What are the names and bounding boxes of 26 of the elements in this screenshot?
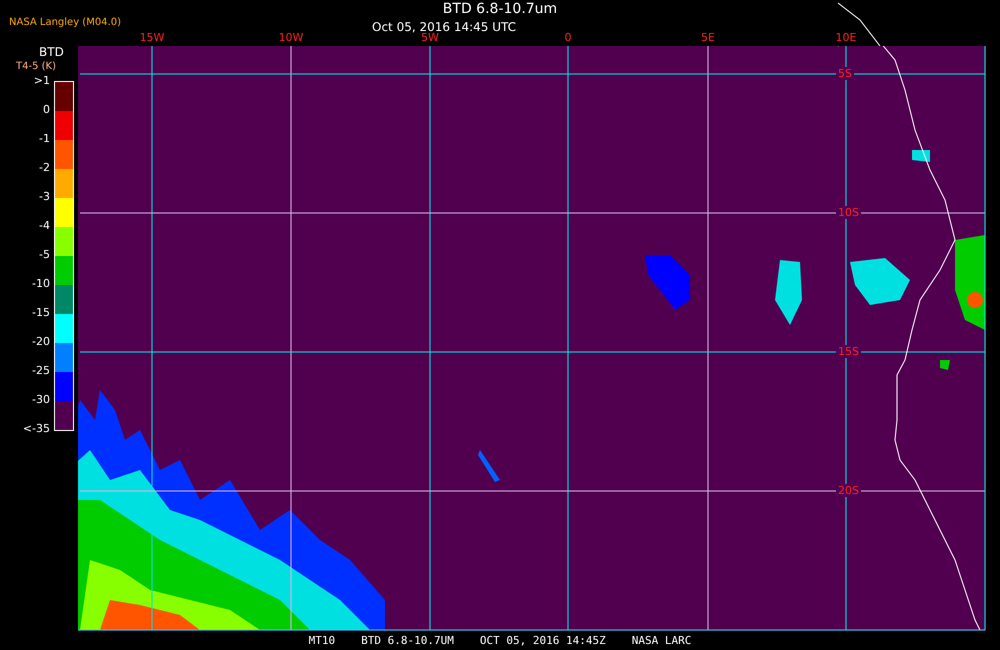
scale-tick-label: >1 (34, 74, 50, 88)
scale-tick-label: 0 (43, 103, 50, 117)
scale-tick-label: -20 (32, 335, 50, 349)
scale-tick-label: -30 (32, 393, 50, 407)
footer-caption: OCT 05, 2016 14:45Z (480, 634, 606, 648)
scale-tick-label: -15 (32, 306, 50, 320)
scale-tick-label: -3 (39, 190, 50, 204)
scale-tick-label: -25 (32, 364, 50, 378)
timestamp: Oct 05, 2016 14:45 UTC (372, 20, 516, 34)
scale-tick-label: -10 (32, 277, 50, 291)
latitude-label: 10S (836, 206, 861, 219)
legend-title: BTD (39, 45, 64, 59)
scale-tick-label: -5 (39, 248, 50, 262)
footer-caption: MT10 (308, 634, 336, 648)
scale-tick-label: <-35 (22, 422, 50, 436)
scale-tick-label: -4 (39, 219, 50, 233)
footer-caption: BTD 6.8-10.7UM (361, 634, 454, 648)
scale-tick-label: -2 (39, 161, 50, 175)
legend-units: T4-5 (K) (16, 61, 56, 72)
latitude-label: 20S (836, 484, 861, 497)
scale-tick-label: -1 (39, 132, 50, 146)
latitude-label: 5S (836, 67, 854, 80)
footer-caption: NASA LARC (632, 634, 692, 648)
latitude-label: 15S (836, 345, 861, 358)
producer-label: NASA Langley (M04.0) (9, 17, 121, 28)
image-title: BTD 6.8-10.7um (442, 1, 558, 17)
